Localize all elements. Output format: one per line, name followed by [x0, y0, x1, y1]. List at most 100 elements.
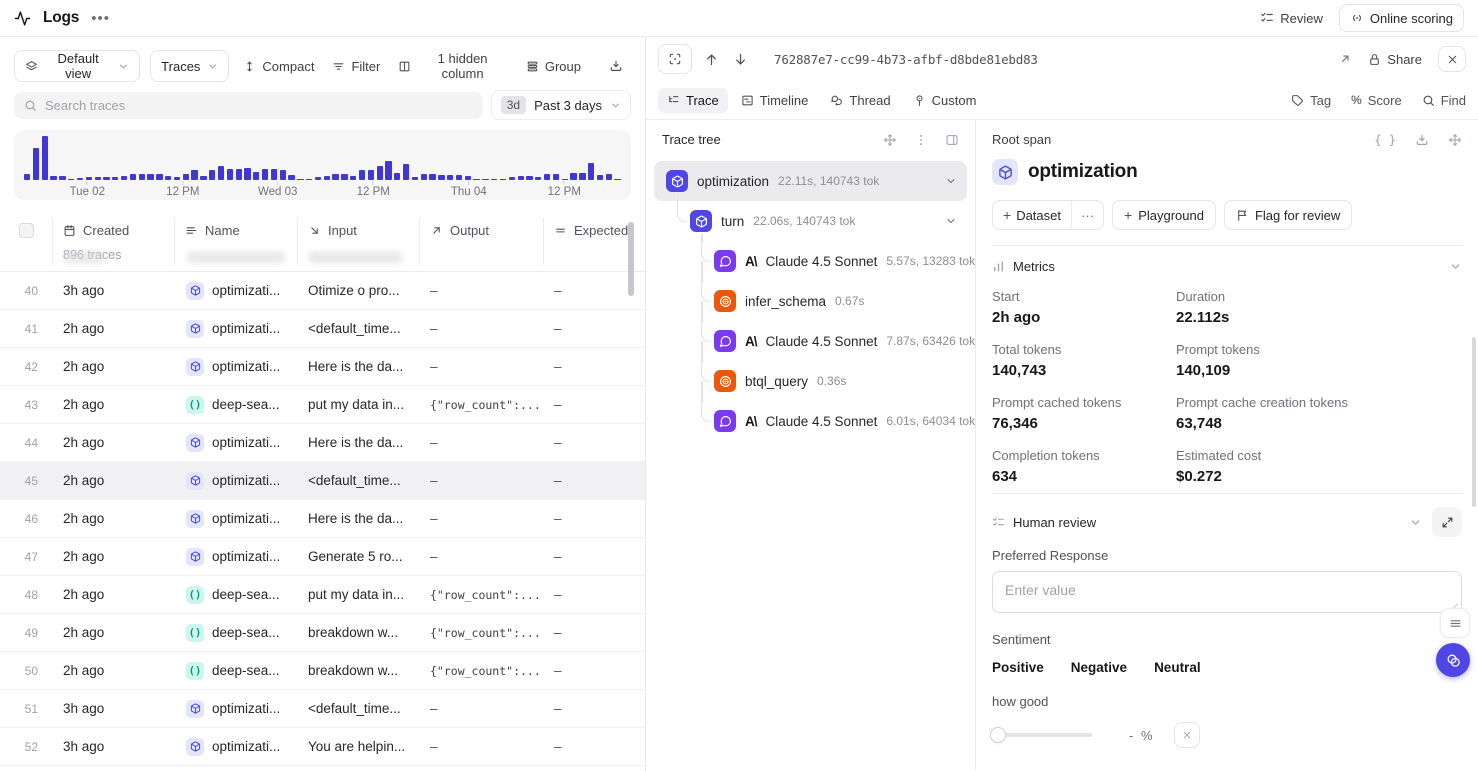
tick-label: Thu 04: [451, 186, 487, 198]
input-cell: breakdown w...: [297, 663, 419, 678]
column-header-name[interactable]: Name: [174, 223, 297, 238]
search-traces-input[interactable]: [45, 98, 473, 113]
review-button[interactable]: Review: [1260, 11, 1323, 26]
tab-timeline[interactable]: Timeline: [732, 88, 818, 113]
compact-button[interactable]: Compact: [239, 59, 318, 74]
focus-span-button[interactable]: [658, 44, 692, 74]
table-row[interactable]: 51 3h ago () optimizati... <default_time…: [0, 690, 645, 728]
table-row[interactable]: 44 2h ago () optimizati... Here is the d…: [0, 424, 645, 462]
score-button[interactable]: % Score: [1351, 93, 1402, 108]
histogram-bar: [429, 174, 435, 180]
sentiment-option-button[interactable]: Positive: [992, 660, 1044, 675]
next-trace-button[interactable]: [731, 50, 750, 69]
table-row[interactable]: 52 3h ago () optimizati... You are helpi…: [0, 728, 645, 766]
page-menu-icon[interactable]: •••: [91, 10, 110, 27]
chevron-down-icon[interactable]: [945, 215, 957, 227]
histogram-bar: [394, 173, 400, 180]
trace-tree-node[interactable]: A\ Claude 4.5 Sonnet 5.57s, 13283 tok: [654, 241, 967, 281]
input-cell: put my data in...: [297, 587, 419, 602]
table-row[interactable]: 49 2h ago () deep-sea... breakdown w... …: [0, 614, 645, 652]
trace-name: optimizati...: [212, 739, 280, 754]
chevron-down-icon[interactable]: [1449, 260, 1462, 273]
histogram-bar: [588, 163, 594, 180]
row-number: 50: [0, 664, 52, 678]
input-cell: <default_time...: [297, 473, 419, 488]
table-scrollbar[interactable]: [628, 222, 634, 296]
hidden-column-button[interactable]: 1 hidden column: [394, 51, 512, 81]
trace-tree-node[interactable]: btql_query 0.36s: [654, 361, 967, 401]
expand-review-button[interactable]: [1432, 507, 1462, 537]
traces-select-label: Traces: [161, 59, 200, 74]
search-traces-box[interactable]: [14, 92, 483, 119]
clear-score-button[interactable]: [1174, 722, 1200, 748]
tag-button[interactable]: Tag: [1291, 93, 1331, 108]
traces-select[interactable]: Traces: [150, 50, 229, 82]
table-row[interactable]: 41 2h ago () optimizati... <default_time…: [0, 310, 645, 348]
column-header-input[interactable]: Input: [297, 223, 419, 238]
add-to-dataset-button[interactable]: +Dataset: [993, 201, 1071, 229]
chevron-down-icon: [118, 61, 129, 72]
chevron-down-icon[interactable]: [1409, 516, 1422, 529]
preferred-response-input[interactable]: [992, 571, 1462, 613]
input-cell: <default_time...: [297, 701, 419, 716]
side-menu-button[interactable]: [1440, 608, 1470, 638]
created-cell: 2h ago: [52, 625, 174, 640]
trace-tree-node[interactable]: turn 22.06s, 140743 tok: [654, 201, 967, 241]
move-icon[interactable]: [1448, 133, 1462, 147]
export-button[interactable]: [605, 59, 631, 73]
group-button[interactable]: Group: [522, 59, 585, 74]
tab-thread[interactable]: Thread: [821, 88, 899, 113]
table-row[interactable]: 45 2h ago () optimizati... <default_time…: [0, 462, 645, 500]
table-row[interactable]: 40 3h ago () optimizati... Otimize o pro…: [0, 272, 645, 310]
table-row[interactable]: 48 2h ago () deep-sea... put my data in.…: [0, 576, 645, 614]
find-button[interactable]: Find: [1422, 93, 1466, 108]
trace-tree-node[interactable]: A\ Claude 4.5 Sonnet 7.87s, 63426 tok: [654, 321, 967, 361]
view-select[interactable]: Default view: [14, 50, 140, 82]
trace-tree-node[interactable]: infer_schema 0.67s: [654, 281, 967, 321]
output-cell: {"row_count":...: [419, 588, 543, 602]
share-button[interactable]: Share: [1368, 52, 1422, 67]
chevron-down-icon[interactable]: [945, 175, 957, 187]
human-review-section-header[interactable]: Human review: [992, 507, 1462, 537]
created-cell: 3h ago: [52, 283, 174, 298]
slider-thumb[interactable]: [990, 727, 1006, 743]
download-icon: [609, 59, 623, 73]
open-in-new-icon[interactable]: [1338, 52, 1352, 66]
checklist-icon: [1260, 11, 1274, 25]
table-row[interactable]: 50 2h ago () deep-sea... breakdown w... …: [0, 652, 645, 690]
date-range-select[interactable]: 3d Past 3 days: [491, 90, 631, 120]
trace-tree-node[interactable]: A\ Claude 4.5 Sonnet 6.01s, 64034 tok: [654, 401, 967, 441]
select-all-checkbox[interactable]: [19, 223, 34, 238]
column-header-created[interactable]: Created: [52, 223, 174, 238]
close-panel-button[interactable]: [1438, 46, 1466, 72]
column-header-output[interactable]: Output: [419, 223, 543, 238]
trace-histogram[interactable]: Tue 02 12 PM Wed 03 12 PM Thu 04: [14, 130, 631, 200]
table-row[interactable]: 47 2h ago () optimizati... Generate 5 ro…: [0, 538, 645, 576]
sentiment-option-button[interactable]: Negative: [1071, 660, 1127, 675]
detail-scrollbar[interactable]: [1472, 337, 1476, 507]
table-row[interactable]: 46 2h ago () optimizati... Here is the d…: [0, 500, 645, 538]
kebab-menu-icon[interactable]: [914, 133, 928, 147]
created-cell: 2h ago: [52, 511, 174, 526]
trace-tree-node[interactable]: optimization 22.11s, 140743 tok: [654, 161, 967, 201]
help-chat-button[interactable]: [1436, 643, 1470, 677]
table-row[interactable]: 42 2h ago () optimizati... Here is the d…: [0, 348, 645, 386]
online-scoring-button[interactable]: Online scoring: [1339, 4, 1464, 32]
filter-icon: [332, 60, 345, 73]
how-good-slider[interactable]: [992, 727, 1092, 743]
previous-trace-button[interactable]: [702, 50, 721, 69]
download-icon[interactable]: [1415, 133, 1429, 147]
sentiment-option-button[interactable]: Neutral: [1154, 660, 1201, 675]
add-to-playground-button[interactable]: + Playground: [1112, 200, 1216, 230]
trace-id: 762887e7-cc99-4b73-afbf-d8bde81ebd83: [774, 52, 1038, 67]
json-view-icon[interactable]: { }: [1374, 133, 1396, 147]
tab-custom[interactable]: Custom: [904, 88, 986, 113]
dataset-more-button[interactable]: ···: [1071, 201, 1103, 229]
collapse-panel-icon[interactable]: [945, 133, 959, 147]
filter-button[interactable]: Filter: [328, 59, 384, 74]
flag-for-review-button[interactable]: Flag for review: [1224, 200, 1352, 230]
move-icon[interactable]: [883, 133, 897, 147]
metrics-section-header[interactable]: Metrics: [992, 259, 1462, 274]
tab-trace[interactable]: Trace: [658, 88, 728, 113]
table-row[interactable]: 43 2h ago () deep-sea... put my data in.…: [0, 386, 645, 424]
